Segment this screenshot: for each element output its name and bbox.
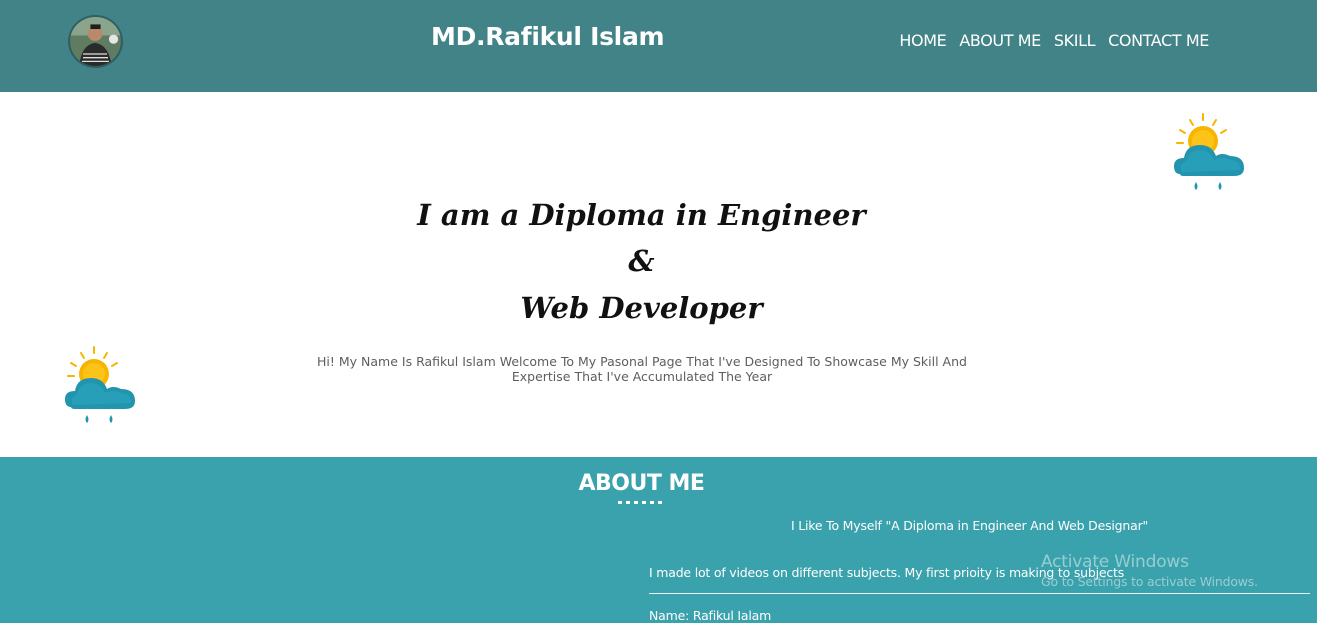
about-quote: I Like To Myself "A Diploma in Engineer … [791, 518, 1149, 533]
main-nav: HOME ABOUT ME SKILL CONTACT ME [899, 31, 1209, 50]
site-header: MD.Rafikul Islam HOME ABOUT ME SKILL CON… [0, 0, 1317, 92]
title-underline-dots [618, 501, 668, 505]
hero-title-line-2: & [628, 244, 655, 278]
nav-home-link[interactable]: HOME [899, 31, 946, 50]
about-divider [649, 593, 1310, 594]
activate-windows-watermark: Activate Windows Go to Settings to activ… [1041, 552, 1258, 589]
about-name: Name: Rafikul Ialam [649, 608, 772, 623]
watermark-title: Activate Windows [1041, 552, 1189, 572]
nav-about-link[interactable]: ABOUT ME [959, 31, 1041, 50]
hero-title-line-1: I am a Diploma in Engineer [417, 198, 866, 232]
avatar-photo [70, 17, 121, 66]
about-title: ABOUT ME [578, 471, 705, 496]
about-section: ABOUT ME I Like To Myself "A Diploma in … [0, 457, 1317, 623]
site-brand-title[interactable]: MD.Rafikul Islam [431, 22, 665, 51]
hero-section: I am a Diploma in Engineer & Web Develop… [0, 92, 1317, 457]
weather-rain-icon [65, 346, 135, 423]
weather-rain-icon [1174, 113, 1244, 190]
watermark-subtitle: Go to Settings to activate Windows. [1041, 574, 1258, 589]
nav-contact-link[interactable]: CONTACT ME [1108, 31, 1209, 50]
hero-title-line-3: Web Developer [520, 291, 763, 325]
profile-avatar[interactable] [68, 15, 123, 68]
hero-description: Hi! My Name Is Rafikul Islam Welcome To … [317, 354, 967, 384]
nav-skill-link[interactable]: SKILL [1054, 31, 1096, 50]
